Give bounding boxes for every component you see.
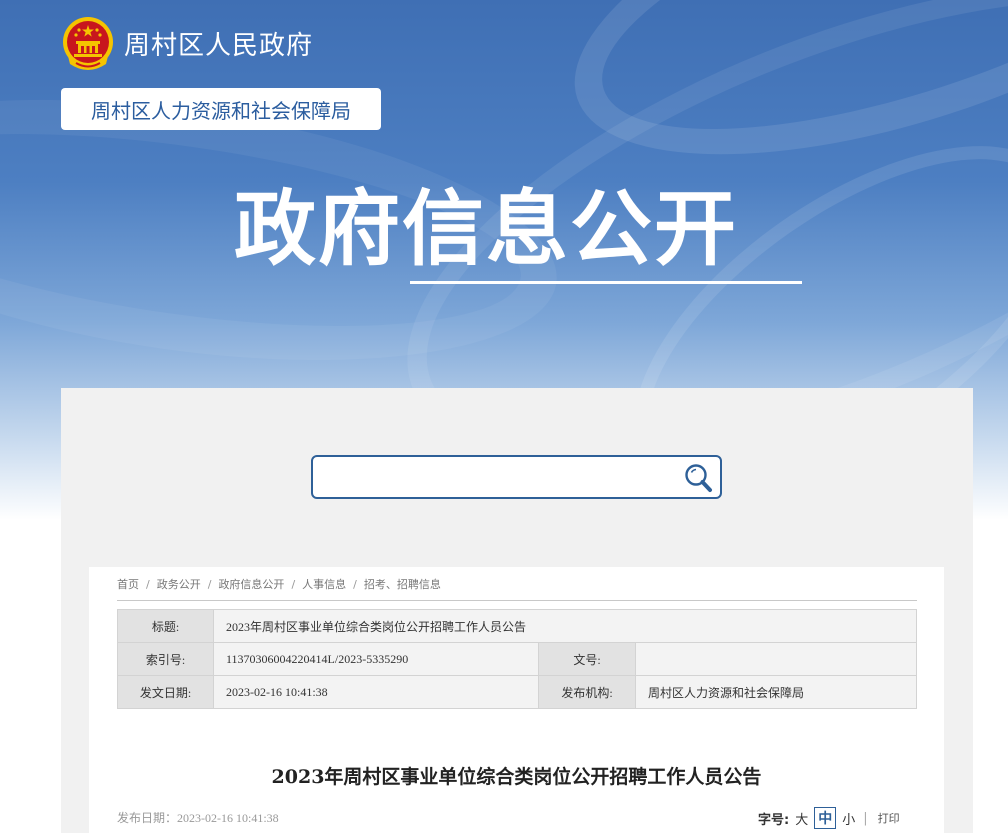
table-row: 标题: 2023年周村区事业单位综合类岗位公开招聘工作人员公告: [117, 609, 917, 643]
search-box: [311, 455, 722, 499]
banner-title: 政府信息公开: [234, 182, 739, 277]
national-emblem-icon[interactable]: [62, 16, 114, 72]
department-name[interactable]: 周村区人力资源和社会保障局: [61, 88, 381, 130]
font-size-large-button[interactable]: 大: [795, 809, 808, 828]
meta-date-value: 2023-02-16 10:41:38: [213, 675, 539, 709]
breadcrumb-separator: /: [353, 577, 357, 591]
breadcrumb-recruitment-info[interactable]: 招考、招聘信息: [364, 576, 441, 592]
print-button[interactable]: 打印: [878, 810, 900, 826]
breadcrumb-personnel-info[interactable]: 人事信息: [302, 576, 346, 592]
breadcrumb-government-affairs[interactable]: 政务公开: [157, 576, 201, 592]
breadcrumb: 首页 / 政务公开 / 政府信息公开 / 人事信息 / 招考、招聘信息: [117, 576, 441, 592]
document-meta-table: 标题: 2023年周村区事业单位综合类岗位公开招聘工作人员公告 索引号: 113…: [117, 609, 917, 709]
breadcrumb-separator: /: [207, 577, 212, 591]
meta-org-label: 发布机构:: [538, 675, 636, 709]
meta-title-value: 2023年周村区事业单位综合类岗位公开招聘工作人员公告: [213, 609, 917, 643]
site-name[interactable]: 周村区人民政府: [124, 25, 313, 62]
search-icon[interactable]: [682, 461, 716, 495]
breadcrumb-separator: /: [146, 577, 150, 591]
breadcrumb-divider: [117, 600, 917, 601]
meta-index-label: 索引号:: [117, 642, 214, 676]
publish-date: 发布日期：2023-02-16 10:41:38: [117, 811, 279, 825]
font-size-separator: |: [863, 810, 868, 826]
meta-org-value: 周村区人力资源和社会保障局: [635, 675, 917, 709]
font-size-label: 字号:: [758, 812, 790, 828]
breadcrumb-info-disclosure[interactable]: 政府信息公开: [218, 576, 284, 592]
search-input[interactable]: [323, 463, 683, 491]
meta-date-label: 发文日期:: [117, 675, 214, 709]
font-size-control: 字号: 大 中 小 | 打印: [758, 807, 900, 829]
meta-title-label: 标题:: [117, 609, 214, 643]
font-size-small-button[interactable]: 小: [842, 809, 855, 828]
meta-index-value: 11370306004220414L/2023-5335290: [213, 642, 539, 676]
meta-docno-value: [635, 642, 917, 676]
breadcrumb-home[interactable]: 首页: [117, 576, 139, 592]
font-size-medium-button[interactable]: 中: [814, 807, 837, 829]
banner-title-underline: [410, 281, 802, 284]
table-row: 发文日期: 2023-02-16 10:41:38 发布机构: 周村区人力资源和…: [117, 675, 917, 709]
breadcrumb-separator: /: [291, 577, 296, 591]
meta-docno-label: 文号:: [538, 642, 636, 676]
table-row: 索引号: 11370306004220414L/2023-5335290 文号:: [117, 642, 917, 676]
article-title: 2023年周村区事业单位综合类岗位公开招聘工作人员公告: [271, 766, 762, 788]
